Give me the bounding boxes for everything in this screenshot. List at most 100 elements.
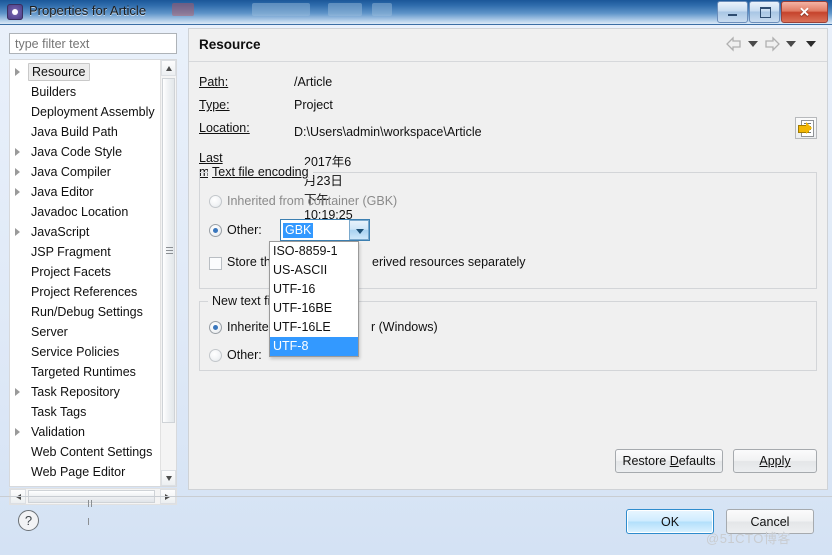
text-file-encoding-legend: Text file encoding bbox=[208, 165, 313, 179]
dropdown-option[interactable]: US-ASCII bbox=[270, 261, 358, 280]
expand-arrow-icon[interactable] bbox=[15, 428, 20, 436]
radio-inherited-delimiter[interactable] bbox=[209, 321, 222, 334]
question-mark-icon[interactable]: ? bbox=[18, 510, 39, 531]
radio-inherited-delimiter-label-head: Inherite bbox=[227, 320, 269, 334]
title-artifact bbox=[252, 3, 310, 16]
radio-inherited-delimiter-label-tail: r (Windows) bbox=[371, 320, 438, 334]
tree-vertical-scrollbar[interactable] bbox=[160, 60, 176, 486]
sidebar-item-web-page-editor[interactable]: Web Page Editor bbox=[10, 462, 162, 482]
sidebar-item-server[interactable]: Server bbox=[10, 322, 162, 342]
title-artifact bbox=[328, 3, 362, 16]
encoding-dropdown-list[interactable]: ISO-8859-1 US-ASCII UTF-16 UTF-16BE UTF-16LE… bbox=[269, 241, 359, 357]
header-divider bbox=[189, 61, 827, 62]
sidebar-item-label: Web Content Settings bbox=[31, 445, 153, 459]
sidebar-item-web-content-settings[interactable]: Web Content Settings bbox=[10, 442, 162, 462]
close-icon: ✕ bbox=[799, 4, 810, 20]
arrow-head-icon bbox=[806, 122, 812, 134]
encoding-combobox-chevron-down-icon[interactable] bbox=[349, 220, 369, 240]
dropdown-option[interactable]: UTF-16LE bbox=[270, 318, 358, 337]
legend-text: New text fi bbox=[212, 294, 271, 308]
encoding-combobox[interactable]: GBK bbox=[280, 219, 370, 241]
scroll-down-button[interactable] bbox=[161, 470, 176, 486]
triangle-left-icon bbox=[16, 494, 21, 500]
forward-history-chevron-down-icon[interactable] bbox=[786, 41, 796, 47]
expand-arrow-icon[interactable] bbox=[15, 388, 20, 396]
minimize-button[interactable] bbox=[717, 1, 748, 23]
radio-other-delimiter[interactable] bbox=[209, 349, 222, 362]
path-label: Path: bbox=[199, 75, 229, 89]
expand-arrow-icon[interactable] bbox=[15, 168, 20, 176]
sidebar-item-java-code-style[interactable]: Java Code Style bbox=[10, 142, 162, 162]
expand-arrow-icon[interactable] bbox=[15, 68, 20, 76]
sidebar-item-label: Builders bbox=[31, 85, 77, 99]
expand-arrow-icon[interactable] bbox=[15, 228, 20, 236]
page-title: Resource bbox=[199, 37, 261, 52]
view-menu-chevron-down-filled-icon[interactable] bbox=[806, 41, 816, 47]
radio-inherited-encoding-label: Inherited from container (GBK) bbox=[227, 194, 398, 208]
store-derived-checkbox[interactable] bbox=[209, 257, 222, 270]
navigation-panel: Resource Builders Deployment Assembly Java … bbox=[6, 30, 182, 525]
sidebar-item-label: Deployment Assembly bbox=[31, 105, 155, 119]
sidebar-item-label: Run/Debug Settings bbox=[31, 305, 143, 319]
tree-items-list: Resource Builders Deployment Assembly Java … bbox=[10, 62, 162, 482]
dropdown-option[interactable]: UTF-16 bbox=[270, 280, 358, 299]
sidebar-item-resource[interactable]: Resource bbox=[10, 62, 162, 82]
sidebar-item-task-repository[interactable]: Task Repository bbox=[10, 382, 162, 402]
footer-divider bbox=[0, 496, 832, 497]
sidebar-item-deployment-assembly[interactable]: Deployment Assembly bbox=[10, 102, 162, 122]
location-label: Location: bbox=[199, 121, 250, 135]
sidebar-item-project-references[interactable]: Project References bbox=[10, 282, 162, 302]
scroll-up-button[interactable] bbox=[161, 60, 176, 76]
properties-dialog: Properties for Article ✕ Resource Builder… bbox=[0, 0, 832, 555]
sidebar-item-javascript[interactable]: JavaScript bbox=[10, 222, 162, 242]
sidebar-item-service-policies[interactable]: Service Policies bbox=[10, 342, 162, 362]
sidebar-item-builders[interactable]: Builders bbox=[10, 82, 162, 102]
dropdown-option[interactable]: UTF-16BE bbox=[270, 299, 358, 318]
restore-defaults-label: Restore Defaults bbox=[622, 454, 716, 468]
scrollbar-grip-icon bbox=[166, 246, 173, 255]
scrollbar-thumb[interactable] bbox=[162, 78, 175, 423]
settings-tree[interactable]: Resource Builders Deployment Assembly Java … bbox=[9, 59, 177, 487]
radio-other-delimiter-label: Other: bbox=[227, 348, 262, 362]
back-history-chevron-down-icon[interactable] bbox=[748, 41, 758, 47]
sidebar-item-project-facets[interactable]: Project Facets bbox=[10, 262, 162, 282]
dropdown-option[interactable]: UTF-8 bbox=[270, 337, 358, 356]
dropdown-options: ISO-8859-1 US-ASCII UTF-16 UTF-16BE UTF-16LE… bbox=[270, 242, 358, 356]
sidebar-item-label: Resource bbox=[28, 63, 90, 81]
resolve-link-icon-button[interactable] bbox=[795, 117, 817, 139]
radio-other-encoding[interactable] bbox=[209, 224, 222, 237]
close-button[interactable]: ✕ bbox=[781, 1, 828, 23]
sidebar-item-jsp-fragment[interactable]: JSP Fragment bbox=[10, 242, 162, 262]
sidebar-item-label: Service Policies bbox=[31, 345, 120, 359]
sidebar-item-targeted-runtimes[interactable]: Targeted Runtimes bbox=[10, 362, 162, 382]
sidebar-item-java-build-path[interactable]: Java Build Path bbox=[10, 122, 162, 142]
expand-arrow-icon[interactable] bbox=[15, 148, 20, 156]
ok-button[interactable]: OK bbox=[626, 509, 714, 534]
sidebar-item-label: Java Editor bbox=[31, 185, 94, 199]
sidebar-item-java-compiler[interactable]: Java Compiler bbox=[10, 162, 162, 182]
eclipse-properties-icon bbox=[7, 4, 23, 20]
watermark: @51CTO博客 bbox=[706, 531, 791, 546]
filter-input-wrapper[interactable] bbox=[9, 33, 177, 54]
sidebar-item-validation[interactable]: Validation bbox=[10, 422, 162, 442]
sidebar-item-task-tags[interactable]: Task Tags bbox=[10, 402, 162, 422]
sidebar-item-label: Project Facets bbox=[31, 265, 111, 279]
title-artifact bbox=[172, 3, 194, 16]
window-title-bar: Properties for Article ✕ bbox=[0, 0, 832, 25]
maximize-button[interactable] bbox=[749, 1, 780, 23]
expand-arrow-icon[interactable] bbox=[15, 188, 20, 196]
arrow-left-icon[interactable] bbox=[725, 36, 743, 52]
restore-defaults-button[interactable]: Restore Defaults bbox=[615, 449, 723, 473]
arrow-right-icon[interactable] bbox=[763, 36, 781, 52]
sidebar-item-java-editor[interactable]: Java Editor bbox=[10, 182, 162, 202]
page-navigation bbox=[725, 36, 821, 52]
location-value: D:\Users\admin\workspace\Article bbox=[294, 125, 482, 139]
sidebar-item-javadoc-location[interactable]: Javadoc Location bbox=[10, 202, 162, 222]
apply-button[interactable]: Apply bbox=[733, 449, 817, 473]
sidebar-item-label: Task Repository bbox=[31, 385, 120, 399]
sidebar-item-run-debug-settings[interactable]: Run/Debug Settings bbox=[10, 302, 162, 322]
radio-inherited-encoding[interactable] bbox=[209, 195, 222, 208]
search-input[interactable] bbox=[10, 34, 176, 53]
dropdown-option[interactable]: ISO-8859-1 bbox=[270, 242, 358, 261]
sidebar-item-label: Validation bbox=[31, 425, 85, 439]
